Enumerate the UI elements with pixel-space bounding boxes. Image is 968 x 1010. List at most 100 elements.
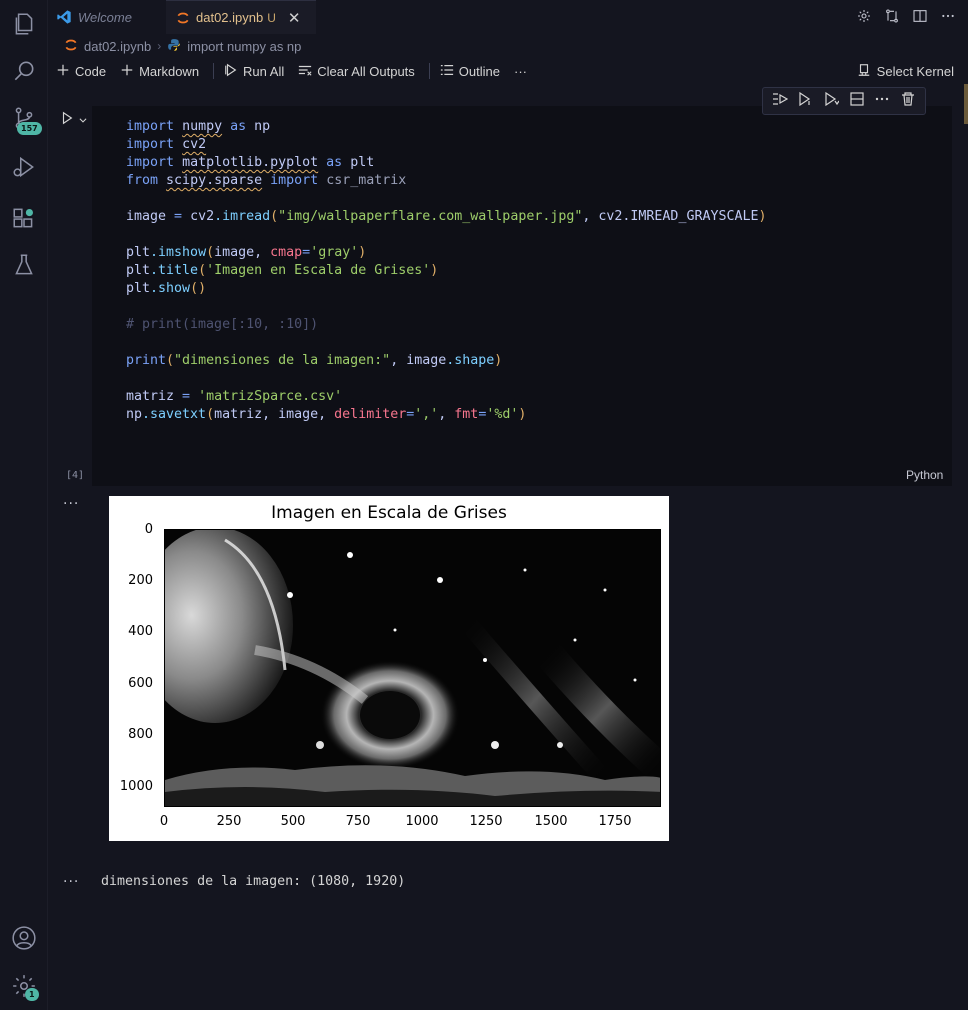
editor-actions: [856, 8, 956, 28]
tab-bar: Welcome dat02.ipynb U ✕: [48, 0, 968, 34]
code-line: import matplotlib.pyplot as plt: [126, 155, 375, 170]
code-line: plt.show(): [126, 281, 207, 296]
select-kernel-label: Select Kernel: [876, 63, 954, 79]
close-icon[interactable]: ✕: [288, 9, 301, 27]
output-more-button[interactable]: ···: [63, 496, 79, 512]
jupyter-icon: [176, 11, 190, 25]
tab-welcome[interactable]: Welcome: [56, 0, 164, 34]
y-tick-label: 1000: [119, 779, 153, 794]
outline-button[interactable]: Outline: [440, 63, 500, 80]
x-tick-label: 1500: [534, 814, 568, 829]
add-code-button[interactable]: Code: [56, 63, 106, 80]
x-tick-label: 1750: [598, 814, 632, 829]
cell-source[interactable]: import numpy as np import cv2 import mat…: [126, 118, 767, 424]
account-icon[interactable]: [0, 916, 48, 960]
code-line: print("dimensiones de la imagen:", image…: [126, 353, 503, 368]
testing-icon[interactable]: [0, 243, 48, 287]
list-icon: [440, 63, 454, 80]
cell-toolbar: [762, 87, 926, 115]
execute-above-icon[interactable]: [797, 91, 813, 111]
run-debug-icon[interactable]: [0, 145, 48, 189]
gear-icon[interactable]: [856, 8, 872, 28]
outline-label: Outline: [458, 63, 500, 79]
settings-badge: 1: [25, 988, 39, 1001]
plot-title: Imagen en Escala de Grises: [271, 503, 507, 523]
code-line: plt.imshow(image, cmap='gray'): [126, 245, 367, 260]
code-line: image = cv2.imread("img/wallpaperflare.c…: [126, 209, 767, 224]
tab-dat02[interactable]: dat02.ipynb U ✕: [166, 0, 316, 34]
add-markdown-label: Markdown: [139, 63, 200, 79]
scrollbar-marker[interactable]: [964, 84, 968, 124]
x-tick-label: 500: [280, 814, 306, 829]
grayscale-image: [164, 529, 661, 807]
compare-changes-icon[interactable]: [884, 8, 900, 28]
chevron-down-icon[interactable]: [78, 110, 88, 129]
code-line: np.savetxt(matriz, image, delimiter=',',…: [126, 407, 527, 422]
split-cell-icon[interactable]: [849, 91, 865, 111]
run-cell-icon[interactable]: [60, 110, 74, 129]
clear-outputs-button[interactable]: Clear All Outputs: [298, 63, 415, 80]
tab-welcome-label: Welcome: [78, 9, 132, 25]
y-tick-label: 400: [128, 624, 153, 639]
add-markdown-button[interactable]: Markdown: [120, 63, 199, 80]
toolbar-divider: [213, 63, 215, 79]
run-all-icon: [224, 63, 238, 80]
python-icon: [167, 38, 181, 55]
breadcrumb-file[interactable]: dat02.ipynb: [84, 39, 151, 54]
x-tick-label: 250: [216, 814, 242, 829]
notebook-toolbar: Code Markdown Run All Clear All Outputs …: [56, 58, 968, 84]
clear-all-icon: [298, 63, 312, 80]
x-tick-label: 0: [159, 814, 169, 829]
run-all-button[interactable]: Run All: [224, 63, 284, 80]
toolbar-more-button[interactable]: ···: [514, 64, 527, 79]
code-line: # print(image[:10, :10]): [126, 317, 319, 332]
breadcrumb: dat02.ipynb › import numpy as np: [64, 36, 301, 56]
nebula-image-drawing: [165, 530, 660, 806]
code-line: from scipy.sparse import csr_matrix: [126, 173, 407, 188]
delete-cell-icon[interactable]: [900, 91, 916, 111]
jupyter-icon: [64, 38, 78, 55]
y-tick-label: 800: [128, 727, 153, 742]
y-tick-label: 0: [144, 522, 153, 537]
more-label: ···: [514, 63, 527, 79]
run-by-line-icon[interactable]: [772, 91, 789, 111]
code-line: matriz = 'matrizSparce.csv': [126, 389, 343, 404]
search-icon[interactable]: [0, 49, 48, 93]
toolbar-divider: [428, 63, 430, 79]
output-more-button[interactable]: ···: [63, 874, 79, 890]
plot-output: Imagen en Escala de Grises 0 200 400 600…: [109, 496, 669, 841]
plus-icon: [56, 63, 70, 80]
cell-language-button[interactable]: Python: [906, 468, 943, 482]
x-tick-label: 750: [345, 814, 371, 829]
settings-gear-icon[interactable]: [0, 964, 48, 1008]
code-line: import numpy as np: [126, 119, 271, 134]
x-tick-label: 1000: [405, 814, 439, 829]
scm-badge: 157: [17, 122, 42, 135]
cell-run-controls: [60, 110, 88, 129]
y-tick-label: 600: [128, 676, 153, 691]
stream-output: dimensiones de la imagen: (1080, 1920): [101, 874, 406, 889]
code-line: plt.title('Imagen en Escala de Grises'): [126, 263, 439, 278]
activity-bar: 157 1: [0, 0, 48, 1010]
tab-dat02-label: dat02.ipynb: [196, 10, 264, 25]
chevron-right-icon: ›: [157, 39, 162, 53]
execute-below-icon[interactable]: [823, 91, 840, 111]
x-tick-label: 1250: [469, 814, 503, 829]
code-line: import cv2: [126, 137, 207, 152]
execution-count: [4]: [66, 470, 85, 481]
tab-status-badge: U: [267, 10, 276, 25]
vscode-icon: [56, 9, 72, 25]
select-kernel-button[interactable]: Select Kernel: [857, 63, 954, 80]
clear-outputs-label: Clear All Outputs: [317, 63, 415, 79]
breadcrumb-symbol[interactable]: import numpy as np: [187, 39, 301, 54]
run-all-label: Run All: [243, 63, 285, 79]
more-actions-icon[interactable]: [874, 91, 890, 111]
more-actions-icon[interactable]: [940, 8, 956, 28]
kernel-icon: [857, 63, 871, 80]
explorer-icon[interactable]: [0, 2, 48, 46]
extensions-icon[interactable]: [0, 196, 48, 240]
plus-icon: [120, 63, 134, 80]
add-code-label: Code: [75, 63, 107, 79]
y-tick-label: 200: [128, 573, 153, 588]
split-editor-icon[interactable]: [912, 8, 928, 28]
